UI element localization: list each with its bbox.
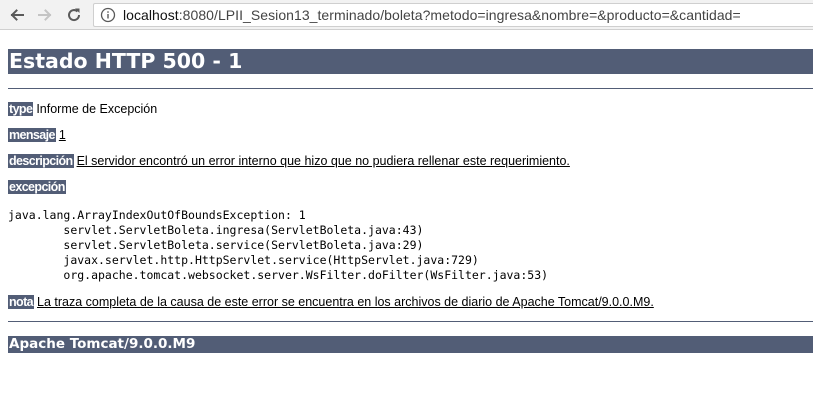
info-icon[interactable] (100, 7, 116, 23)
url-host: localhost (123, 7, 179, 23)
stack-line: servlet.ServletBoleta.service(ServletBol… (8, 238, 424, 252)
page-title: Estado HTTP 500 - 1 (8, 49, 813, 74)
reload-icon (68, 8, 81, 22)
type-label: type (8, 102, 34, 116)
stack-line: java.lang.ArrayIndexOutOfBoundsException… (8, 208, 306, 222)
exception-label: excepción (8, 180, 66, 194)
stack-line: servlet.ServletBoleta.ingresa(ServletBol… (8, 223, 424, 237)
stack-trace: java.lang.ArrayIndexOutOfBoundsException… (8, 208, 548, 283)
note-label: nota (8, 295, 34, 309)
server-footer: Apache Tomcat/9.0.0.M9 (8, 336, 813, 353)
note-row: nota La traza completa de la causa de est… (8, 295, 654, 310)
arrow-left-icon (10, 9, 24, 21)
type-value: Informe de Excepción (36, 102, 158, 116)
stack-line: org.apache.tomcat.websocket.server.WsFil… (8, 268, 549, 282)
description-label: descripción (8, 154, 74, 168)
reload-button[interactable] (62, 3, 86, 27)
url-path: :8080/LPII_Sesion13_terminado/boleta?met… (178, 7, 741, 23)
stack-line: javax.servlet.http.HttpServlet.service(H… (8, 253, 479, 267)
description-value: El servidor encontró un error interno qu… (76, 154, 570, 168)
message-label: mensaje (8, 128, 56, 142)
note-value: La traza completa de la causa de este er… (37, 295, 654, 309)
address-bar[interactable]: localhost:8080/LPII_Sesion13_terminado/b… (93, 3, 813, 27)
divider (8, 321, 813, 322)
back-button[interactable] (5, 3, 29, 27)
url-text[interactable]: localhost:8080/LPII_Sesion13_terminado/b… (123, 7, 741, 23)
message-value: 1 (58, 128, 66, 142)
message-row: mensaje 1 (8, 128, 66, 143)
divider (8, 88, 813, 89)
description-row: descripción El servidor encontró un error… (8, 154, 570, 169)
forward-button[interactable] (33, 3, 57, 27)
browser-toolbar: localhost:8080/LPII_Sesion13_terminado/b… (0, 0, 813, 30)
type-row: type Informe de Excepción (8, 102, 157, 117)
exception-row: excepción (8, 180, 66, 195)
arrow-right-icon (38, 9, 52, 21)
